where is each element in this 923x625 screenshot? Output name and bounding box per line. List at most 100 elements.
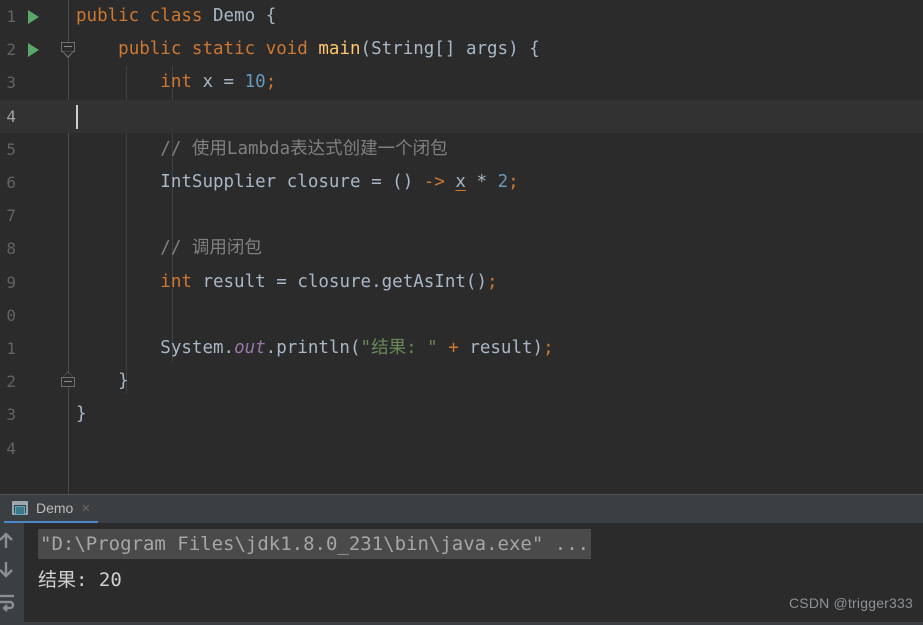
token-param: args xyxy=(465,39,509,60)
fold-box xyxy=(61,42,75,53)
console-side-toolbar xyxy=(0,523,24,625)
token-number: 10 xyxy=(244,72,266,93)
console-tab-demo[interactable]: Demo × xyxy=(4,495,99,524)
token-semicolon: ; xyxy=(543,338,554,358)
code-line-10[interactable]: 0 xyxy=(0,299,923,332)
token-keyword: int xyxy=(160,72,192,93)
code-line-8[interactable]: 8 // 调用闭包 xyxy=(0,232,923,265)
code-line-2[interactable]: 2 public static void main(String[] args)… xyxy=(0,33,923,66)
line-number: 4 xyxy=(6,438,16,458)
console-output-area[interactable]: "D:\Program Files\jdk1.8.0_231\bin\java.… xyxy=(24,523,923,625)
gutter-3: 3 xyxy=(0,66,58,99)
token-semicolon: ; xyxy=(487,271,498,292)
token-comment: // 调用闭包 xyxy=(160,238,262,259)
run-gutter-icon[interactable] xyxy=(28,10,39,24)
run-gutter-icon[interactable] xyxy=(28,43,39,58)
token-variable: x xyxy=(202,72,213,93)
token-parens: () xyxy=(392,172,414,192)
gutter-14: 4 xyxy=(0,432,58,465)
code-line-7[interactable]: 7 xyxy=(0,199,923,232)
console-result-line: 结果: 20 xyxy=(38,569,122,591)
code-line-2-text: public static void main(String[] args) { xyxy=(76,33,540,66)
console-window-icon xyxy=(12,501,28,515)
token-paren: ) xyxy=(532,338,544,358)
soft-wrap-button[interactable] xyxy=(0,585,24,612)
scroll-down-button[interactable] xyxy=(0,553,24,579)
token-dot: . xyxy=(371,271,382,292)
token-type: IntSupplier xyxy=(160,172,277,192)
fold-tip xyxy=(62,371,74,379)
code-line-3[interactable]: 3 int x = 10; xyxy=(0,66,923,99)
fold-dash xyxy=(64,381,72,383)
token-method-call: println xyxy=(276,338,350,358)
gutter-5: 5 xyxy=(0,133,58,166)
gutter-13: 3 xyxy=(0,398,58,431)
code-line-1[interactable]: 1 public class Demo { xyxy=(0,0,923,33)
fold-collapse-icon[interactable] xyxy=(61,42,76,59)
token-type: String[] xyxy=(371,39,456,60)
token-keyword: public xyxy=(118,39,182,60)
token-brace: } xyxy=(76,404,87,425)
token-dot: . xyxy=(265,338,277,358)
token-paren: ) xyxy=(508,39,519,60)
code-line-4[interactable]: 4 xyxy=(0,99,923,133)
code-line-14[interactable]: 4 xyxy=(0,432,923,465)
gutter-4: 4 xyxy=(0,100,58,133)
code-line-9[interactable]: 9 int result = closure.getAsInt(); xyxy=(0,266,923,299)
line-number: 2 xyxy=(6,40,16,60)
code-line-12[interactable]: 2 } xyxy=(0,365,923,398)
code-line-12-text: } xyxy=(76,365,129,398)
line-number: 9 xyxy=(6,272,16,292)
token-brace: } xyxy=(118,371,129,392)
line-number: 2 xyxy=(6,372,16,392)
code-line-11[interactable]: 1 System.out.println("结果: " + result); xyxy=(0,332,923,365)
fold-dash xyxy=(64,46,72,48)
line-number: 7 xyxy=(6,206,16,226)
token-string: "结果: " xyxy=(360,338,438,358)
token-number: 2 xyxy=(497,172,509,192)
token-dot: . xyxy=(223,338,235,358)
token-static-field: out xyxy=(234,338,266,358)
token-operator: * xyxy=(476,172,488,192)
token-paren: ( xyxy=(349,338,361,358)
line-number: 3 xyxy=(6,405,16,425)
token-operator: = xyxy=(371,172,382,192)
token-keyword: class xyxy=(149,6,203,26)
token-semicolon: ; xyxy=(265,72,277,93)
gutter-1: 1 xyxy=(0,0,58,33)
gutter-10: 0 xyxy=(0,299,58,332)
fold-expand-icon[interactable] xyxy=(61,371,76,392)
gutter-6: 6 xyxy=(0,166,58,199)
line-number: 1 xyxy=(6,7,16,26)
token-keyword: public xyxy=(76,6,140,26)
token-operator: = xyxy=(223,72,235,93)
line-number: 0 xyxy=(6,305,16,325)
token-operator: = xyxy=(276,271,287,292)
token-class-name: System xyxy=(160,338,224,358)
code-line-11-text: System.out.println("结果: " + result); xyxy=(76,332,554,365)
ide-window: 1 public class Demo { 2 public static vo… xyxy=(0,0,923,625)
code-line-6[interactable]: 6 IntSupplier closure = () -> x * 2; xyxy=(0,166,923,199)
scroll-up-button[interactable] xyxy=(0,525,24,551)
token-method-name: main xyxy=(318,39,361,60)
watermark-text: CSDN @trigger333 xyxy=(788,595,913,611)
token-method-call: getAsInt xyxy=(381,271,466,292)
token-class-name: Demo xyxy=(213,6,256,26)
code-editor[interactable]: 1 public class Demo { 2 public static vo… xyxy=(0,0,923,494)
code-line-1-text: public class Demo { xyxy=(76,0,276,33)
console-tab-label: Demo xyxy=(36,500,74,516)
code-line-13[interactable]: 3 } xyxy=(0,398,923,431)
gutter-11: 1 xyxy=(0,332,58,365)
code-line-9-text: int result = closure.getAsInt(); xyxy=(76,266,498,299)
close-icon[interactable]: × xyxy=(81,501,90,516)
code-line-3-text: int x = 10; xyxy=(76,66,276,99)
token-brace: { xyxy=(529,39,540,60)
code-line-5[interactable]: 5 // 使用Lambda表达式创建一个闭包 xyxy=(0,133,923,166)
line-number: 4 xyxy=(6,106,16,126)
code-line-6-text: IntSupplier closure = () -> x * 2; xyxy=(76,166,519,199)
line-number: 3 xyxy=(6,73,16,93)
gutter-12: 2 xyxy=(0,365,58,398)
token-brace: { xyxy=(265,6,277,26)
token-semicolon: ; xyxy=(508,172,519,192)
